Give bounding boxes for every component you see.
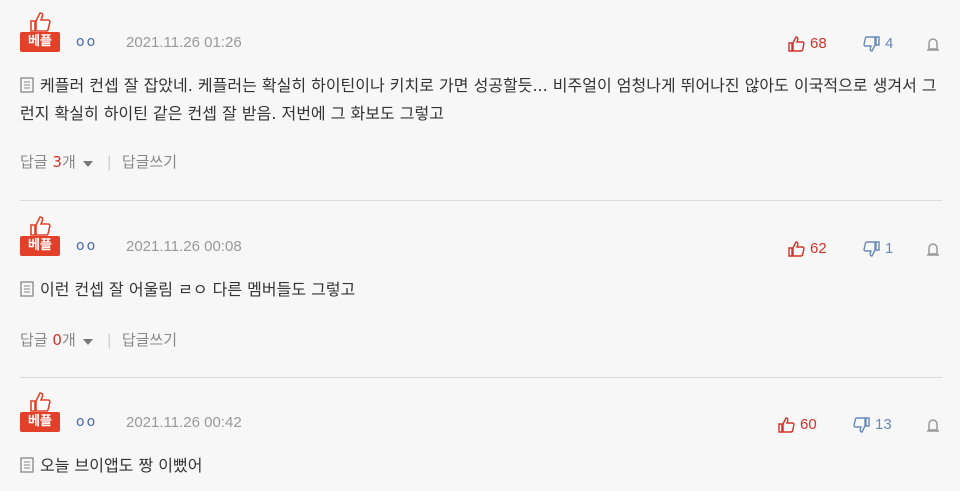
divider: | — [106, 330, 112, 349]
comment-date: 2021.11.26 00:08 — [126, 238, 242, 255]
comment-text: 케플러 컨셉 잘 잡았네. 케플러는 확실히 하이틴이나 키치로 가면 성공할듯… — [20, 72, 940, 128]
comment-body: 오늘 브이앱도 짱 이뻤어 — [40, 456, 203, 475]
thumbs-down-icon — [863, 35, 880, 52]
reply-bar: 답글 3개 | 답글쓰기 — [20, 151, 177, 172]
thumbs-up-icon — [30, 216, 51, 236]
comment-divider — [20, 377, 942, 378]
report-icon[interactable] — [926, 37, 940, 51]
reply-bar: 답글 0개 | 답글쓰기 — [20, 329, 177, 350]
comment-body: 이런 컨셉 잘 어울림 ㄹㅇ 다른 멤버들도 그렇고 — [40, 280, 356, 299]
author-nickname[interactable]: oo — [76, 414, 97, 430]
write-reply-button[interactable]: 답글쓰기 — [122, 329, 177, 350]
reply-count: 3 — [52, 153, 62, 171]
reply-unit: 개 — [61, 331, 76, 349]
dislike-button[interactable]: 1 — [863, 240, 893, 257]
like-button[interactable]: 68 — [788, 35, 827, 52]
reply-unit: 개 — [61, 153, 76, 171]
document-icon — [20, 281, 34, 297]
reply-label: 답글 — [20, 153, 48, 171]
author-nickname[interactable]: oo — [76, 238, 97, 254]
chevron-down-icon — [82, 161, 93, 167]
divider: | — [106, 152, 112, 171]
reply-count: 0 — [52, 331, 62, 349]
thumbs-down-icon — [863, 240, 880, 257]
comment-date: 2021.11.26 01:26 — [126, 34, 242, 51]
dislike-button[interactable]: 4 — [863, 35, 893, 52]
report-icon[interactable] — [926, 242, 940, 256]
report-icon[interactable] — [926, 418, 940, 432]
comment-body: 케플러 컨셉 잘 잡았네. 케플러는 확실히 하이틴이나 키치로 가면 성공할듯… — [20, 76, 937, 123]
like-button[interactable]: 62 — [788, 240, 827, 257]
thumbs-down-icon — [853, 416, 870, 433]
dislike-count: 13 — [875, 416, 892, 433]
reply-label: 답글 — [20, 331, 48, 349]
document-icon — [20, 77, 34, 93]
document-icon — [20, 457, 34, 473]
like-button[interactable]: 60 — [778, 416, 817, 433]
write-reply-button[interactable]: 답글쓰기 — [122, 151, 177, 172]
thumbs-up-icon — [30, 12, 51, 32]
author-nickname[interactable]: oo — [76, 34, 97, 50]
thumbs-up-icon — [788, 240, 805, 257]
comment-divider — [20, 200, 942, 201]
best-comment-badge: 베플 — [20, 216, 60, 256]
like-count: 62 — [810, 240, 827, 257]
like-count: 60 — [800, 416, 817, 433]
best-label: 베플 — [20, 412, 60, 432]
thumbs-up-icon — [788, 35, 805, 52]
dislike-button[interactable]: 13 — [853, 416, 892, 433]
comment-date: 2021.11.26 00:42 — [126, 414, 242, 431]
dislike-count: 4 — [885, 35, 894, 52]
comment-text: 이런 컨셉 잘 어울림 ㄹㅇ 다른 멤버들도 그렇고 — [20, 276, 940, 304]
comment-text: 오늘 브이앱도 짱 이뻤어 — [20, 452, 940, 480]
reply-toggle[interactable]: 답글 0개 — [20, 329, 93, 350]
best-comment-badge: 베플 — [20, 392, 60, 432]
reply-toggle[interactable]: 답글 3개 — [20, 151, 93, 172]
thumbs-up-icon — [30, 392, 51, 412]
best-label: 베플 — [20, 236, 60, 256]
chevron-down-icon — [82, 339, 93, 345]
like-count: 68 — [810, 35, 827, 52]
thumbs-up-icon — [778, 416, 795, 433]
dislike-count: 1 — [885, 240, 894, 257]
best-label: 베플 — [20, 32, 60, 52]
best-comment-badge: 베플 — [20, 12, 60, 52]
